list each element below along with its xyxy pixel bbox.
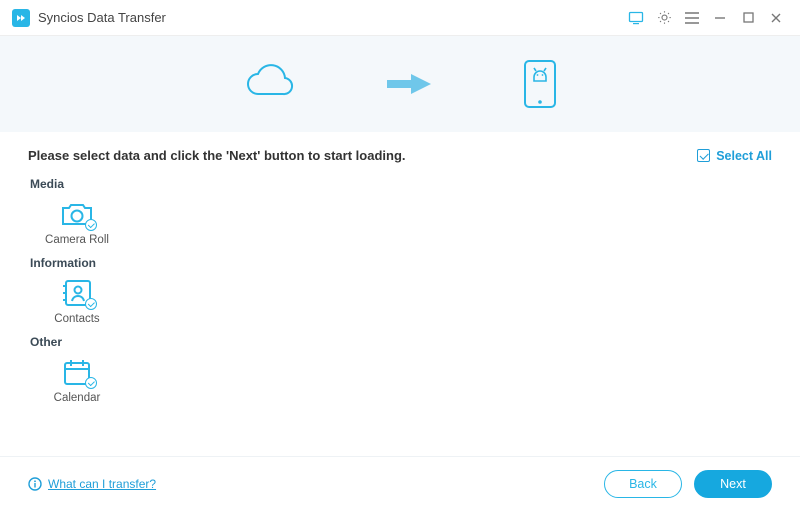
settings-icon[interactable] <box>650 4 678 32</box>
checkbox-icon <box>697 149 710 162</box>
back-button[interactable]: Back <box>604 470 682 498</box>
window-device-icon[interactable] <box>622 4 650 32</box>
next-button[interactable]: Next <box>694 470 772 498</box>
tile-contacts[interactable]: Contacts <box>34 278 120 325</box>
contacts-icon <box>59 278 95 308</box>
help-text: What can I transfer? <box>48 477 156 491</box>
info-icon <box>28 477 42 491</box>
section-label-information: Information <box>30 256 772 270</box>
tile-calendar[interactable]: Calendar <box>34 357 120 404</box>
tile-label: Calendar <box>54 392 101 404</box>
select-all-toggle[interactable]: Select All <box>697 149 772 163</box>
instruction-text: Please select data and click the 'Next' … <box>28 148 406 163</box>
app-title: Syncios Data Transfer <box>38 10 166 25</box>
tile-label: Contacts <box>54 313 99 325</box>
close-button[interactable] <box>762 4 790 32</box>
app-logo <box>12 9 30 27</box>
transfer-hero <box>0 36 800 132</box>
select-all-label: Select All <box>716 149 772 163</box>
calendar-icon <box>59 357 95 387</box>
check-icon <box>85 377 97 389</box>
check-icon <box>85 219 97 231</box>
camera-icon <box>59 199 95 229</box>
check-icon <box>85 298 97 310</box>
footer: What can I transfer? Back Next <box>0 456 800 510</box>
section-label-media: Media <box>30 177 772 191</box>
menu-icon[interactable] <box>678 4 706 32</box>
tile-label: Camera Roll <box>45 234 109 246</box>
tile-camera-roll[interactable]: Camera Roll <box>34 199 120 246</box>
content-area: Please select data and click the 'Next' … <box>0 132 800 422</box>
section-label-other: Other <box>30 335 772 349</box>
minimize-button[interactable] <box>706 4 734 32</box>
cloud-icon <box>243 64 297 104</box>
help-link[interactable]: What can I transfer? <box>28 477 156 491</box>
maximize-button[interactable] <box>734 4 762 32</box>
arrow-right-icon <box>387 72 433 96</box>
titlebar: Syncios Data Transfer <box>0 0 800 36</box>
android-phone-icon <box>523 59 557 109</box>
